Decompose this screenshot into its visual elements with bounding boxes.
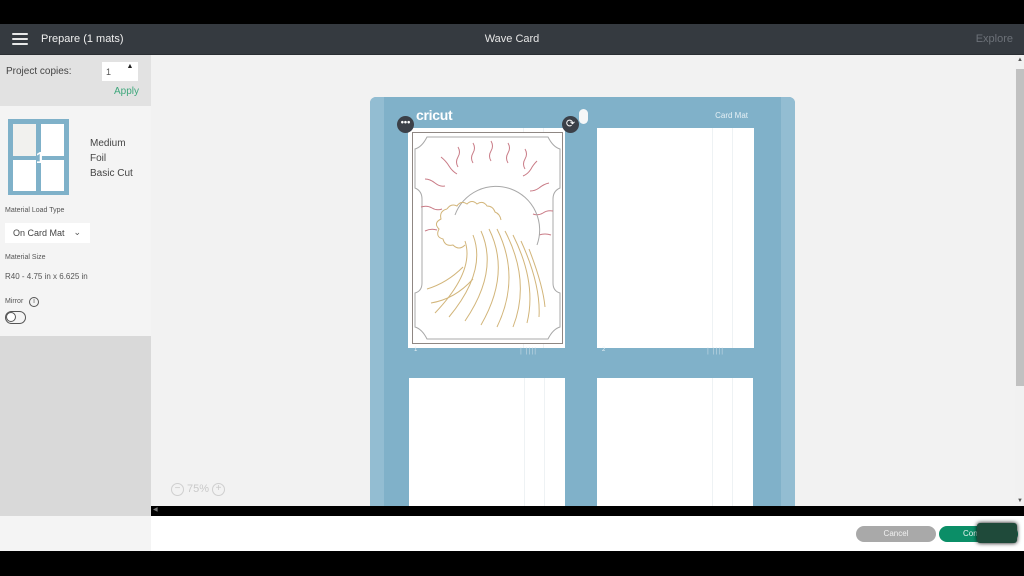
mirror-toggle[interactable] — [5, 311, 26, 324]
material-weight: Medium — [90, 138, 126, 149]
toggle-knob — [6, 312, 16, 322]
material-info: Medium Foil Basic Cut — [90, 136, 133, 181]
slot-number-2: 2 — [602, 347, 606, 353]
apply-button[interactable]: Apply — [114, 86, 139, 97]
sun — [454, 185, 541, 246]
info-icon[interactable]: i — [29, 297, 39, 307]
zoom-out-button[interactable]: − — [171, 482, 184, 496]
card-frame — [414, 136, 561, 340]
scroll-thumb[interactable] — [1016, 69, 1024, 386]
project-copies-label: Project copies: — [6, 66, 72, 77]
mat-type-label: Card Mat — [715, 111, 748, 120]
cut-setting: Basic Cut — [90, 168, 133, 179]
zoom-control: − 75% + — [171, 481, 226, 497]
mat-slot-2 — [597, 128, 754, 348]
wave-lines — [426, 201, 546, 328]
slot-number-1: 1 — [414, 347, 418, 353]
project-copies-panel: Project copies: ▲ Apply — [0, 55, 151, 106]
vertical-scrollbar[interactable]: ▲ ▼ — [1015, 55, 1024, 506]
grid-line — [712, 128, 713, 348]
card-mat: cricut Card Mat 1 | |||| 2 | |||| ••• ⟳ — [370, 97, 795, 506]
thumb-cell — [13, 124, 36, 156]
copies-stepper-up-icon[interactable]: ▲ — [126, 63, 134, 73]
hamburger-menu-icon[interactable] — [12, 33, 28, 46]
letterbox-top — [0, 0, 1024, 24]
mat-thumbnail[interactable]: 1 — [8, 119, 69, 195]
scroll-down-icon[interactable]: ▼ — [1017, 498, 1023, 504]
grid-line — [732, 128, 733, 348]
grid-line — [712, 378, 713, 506]
more-options-button[interactable]: ••• — [397, 116, 414, 133]
sidebar: Project copies: ▲ Apply 1 Medium Foil Ba… — [0, 55, 151, 516]
material-load-type-select[interactable]: On Card Mat ⌄ — [5, 223, 90, 243]
slot-ticks-1: | |||| — [520, 348, 538, 355]
grid-line — [732, 378, 733, 506]
scroll-left-icon[interactable]: ◀ — [153, 506, 158, 513]
wave-card-artwork[interactable] — [412, 132, 563, 344]
mat-drag-handle[interactable] — [579, 109, 588, 124]
wave-card-design — [414, 136, 561, 340]
cricut-logo: cricut — [416, 107, 453, 123]
cancel-button[interactable]: Cancel — [856, 526, 936, 542]
mat-thumbnail-number: 1 — [36, 150, 45, 167]
material-size-label: Material Size — [5, 254, 46, 261]
load-type-value: On Card Mat — [13, 228, 65, 238]
prepare-title: Prepare (1 mats) — [41, 33, 124, 45]
project-title: Wave Card — [484, 33, 540, 45]
thumb-cell — [13, 160, 36, 191]
grid-line — [524, 378, 525, 506]
mat-canvas: cricut Card Mat 1 | |||| 2 | |||| ••• ⟳ … — [151, 55, 1015, 506]
screen-recorder-overlay — [977, 523, 1017, 543]
slot-ticks-2: | |||| — [707, 348, 725, 355]
material-size-value: R40 - 4.75 in x 6.625 in — [5, 272, 88, 281]
chevron-down-icon: ⌄ — [73, 227, 81, 237]
mirror-label: Mirror — [5, 298, 24, 305]
zoom-in-button[interactable]: + — [212, 482, 226, 496]
sun-rays — [420, 140, 554, 236]
grid-line — [544, 378, 545, 506]
footer-sidebar-area — [0, 516, 151, 551]
explore-button[interactable]: Explore — [976, 33, 1013, 45]
scroll-up-icon[interactable]: ▲ — [1017, 57, 1023, 63]
material-load-type-label: Material Load Type — [5, 207, 65, 214]
mat-edge-right — [781, 97, 795, 506]
mat-slot-4 — [597, 378, 753, 506]
top-bar: Prepare (1 mats) Wave Card Explore — [0, 24, 1024, 55]
rotate-icon[interactable]: ⟳ — [562, 116, 579, 133]
zoom-level: 75% — [187, 483, 210, 495]
material-name: Foil — [90, 153, 107, 164]
letterbox-bottom — [0, 551, 1024, 576]
sidebar-empty-area — [0, 336, 151, 516]
footer-bar: Cancel Continue — [0, 516, 1024, 551]
mat-slot-3 — [409, 378, 565, 506]
mat-edge-left — [370, 97, 384, 506]
